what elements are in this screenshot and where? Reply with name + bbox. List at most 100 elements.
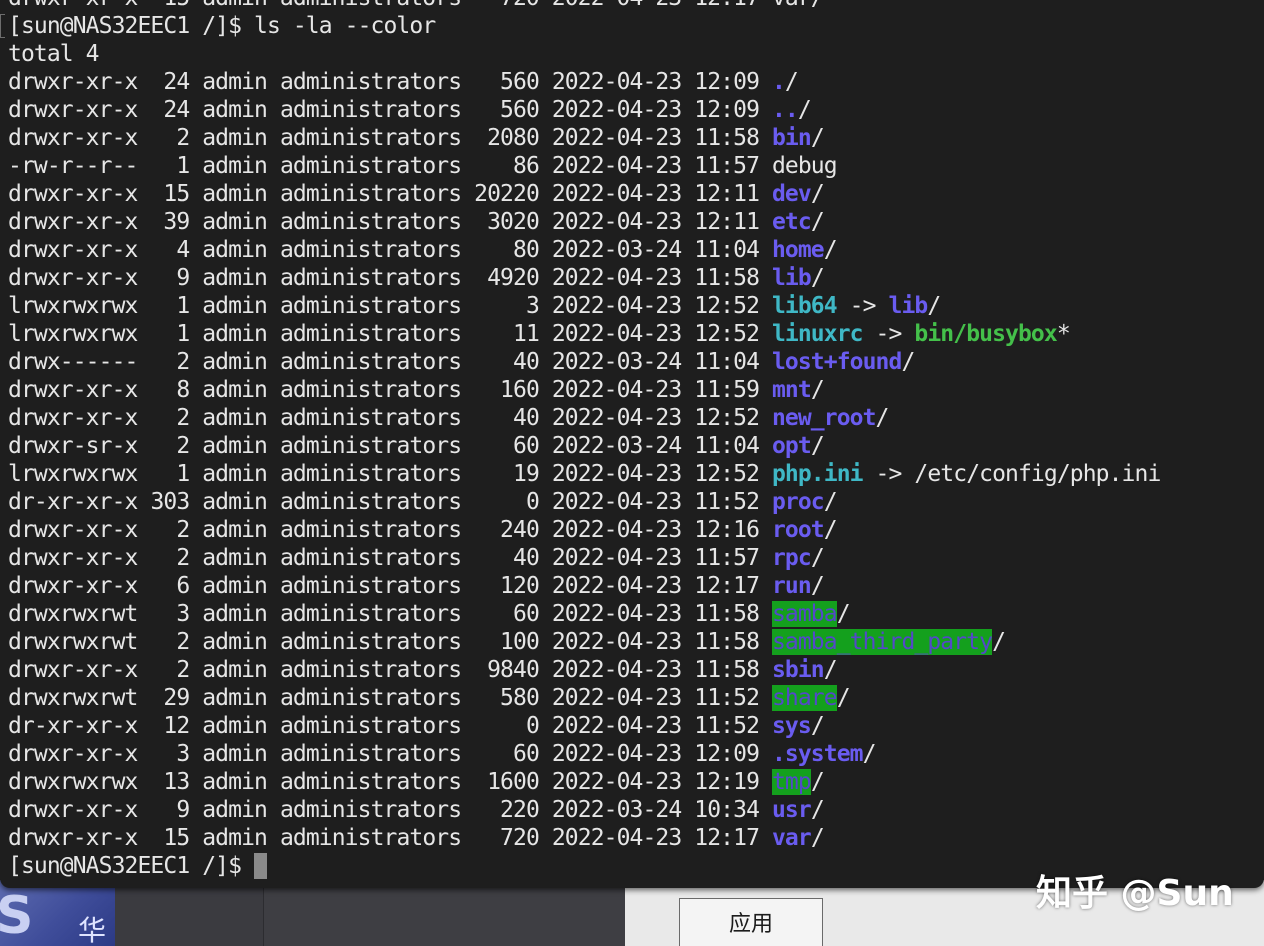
entry-date: 2022-04-23 12:09: [551, 69, 760, 95]
entry-owner: admin: [202, 321, 268, 347]
entry-size: 1600: [474, 769, 540, 795]
entry-owner: admin: [202, 601, 268, 627]
entry-date: 2022-04-23 12:11: [551, 209, 760, 235]
entry-links: 24: [150, 69, 190, 95]
entry-size: 220: [474, 797, 540, 823]
listing-row: dr-xr-xr-x 303 admin administrators 0 20…: [8, 488, 1160, 516]
entry-size: 19: [474, 461, 540, 487]
link-target: /etc/config/php.ini: [914, 461, 1161, 487]
entry-permissions: drwxr-xr-x: [8, 545, 138, 571]
entry-size: 0: [474, 713, 540, 739]
entry-date: 2022-04-23 12:52: [551, 293, 760, 319]
terminal-scrolled-line: drwxr-xr-x 15 admin administrators 720 2…: [8, 0, 1160, 12]
listing-row: drwxr-xr-x 39 admin administrators 3020 …: [8, 208, 1160, 236]
entry-owner: admin: [202, 69, 268, 95]
entry-size: 40: [474, 545, 540, 571]
listing-row: lrwxrwxrwx 1 admin administrators 19 202…: [8, 460, 1161, 488]
entry-suffix: /: [810, 265, 825, 291]
entry-date: 2022-04-23 12:11: [551, 181, 760, 207]
listing-row: -rw-r--r-- 1 admin administrators 86 202…: [8, 152, 1160, 180]
entry-permissions: drwxrwxrwt: [8, 629, 138, 655]
entry-group: administrators: [279, 545, 462, 571]
terminal-prompt-line: [sun@NAS32EEC1 /]$: [8, 852, 1160, 880]
entry-links: 2: [150, 629, 190, 655]
entry-permissions: drwxr-xr-x: [8, 741, 138, 767]
entry-owner: admin: [202, 265, 268, 291]
listing-row: dr-xr-xr-x 12 admin administrators 0 202…: [8, 712, 1160, 740]
entry-name: opt: [771, 433, 812, 459]
entry-permissions: drwxr-xr-x: [8, 517, 138, 543]
entry-permissions: drwxr-sr-x: [8, 433, 138, 459]
entry-group: administrators: [279, 153, 462, 179]
entry-links: 1: [150, 153, 190, 179]
entry-name: var: [771, 825, 812, 851]
listing-row: drwxrwxrwt 3 admin administrators 60 202…: [8, 600, 1160, 628]
app-dock-icon-letter: S: [0, 886, 34, 946]
entry-group: administrators: [279, 321, 462, 347]
entry-permissions: drwxrwxrwx: [8, 769, 138, 795]
entry-suffix: /: [797, 97, 812, 123]
entry-size: 60: [474, 433, 540, 459]
entry-links: 12: [150, 713, 190, 739]
entry-date: 2022-04-23 11:59: [551, 377, 760, 403]
screen: S 华 应用 drwxr-xr-x 15 admin administrator…: [0, 0, 1264, 946]
entry-suffix: /: [992, 629, 1006, 655]
listing-row: drwxr-xr-x 24 admin administrators 560 2…: [8, 96, 1160, 124]
entry-links: 15: [150, 181, 190, 207]
terminal-output[interactable]: drwxr-xr-x 15 admin administrators 720 2…: [8, 0, 1161, 880]
listing-row: drwxr-xr-x 2 admin administrators 40 202…: [8, 544, 1160, 572]
entry-permissions: drwxr-xr-x: [8, 265, 138, 291]
entry-permissions: drwxr-xr-x: [8, 69, 138, 95]
terminal-window[interactable]: drwxr-xr-x 15 admin administrators 720 2…: [0, 0, 1264, 888]
listing-row: drwxr-xr-x 2 admin administrators 9840 2…: [8, 656, 1160, 684]
entry-date: 2022-04-23 12:52: [551, 461, 760, 487]
entry-suffix: /: [810, 713, 825, 739]
entry-name: linuxrc: [771, 321, 864, 347]
entry-group: administrators: [279, 69, 462, 95]
entry-suffix: /: [810, 825, 825, 851]
entry-owner: admin: [202, 657, 268, 683]
entry-links: 39: [150, 209, 190, 235]
entry-size: 4920: [474, 265, 540, 291]
link-target: bin/busybox: [914, 321, 1057, 347]
entry-group: administrators: [279, 797, 462, 823]
entry-owner: admin: [202, 433, 268, 459]
entry-owner: admin: [202, 405, 268, 431]
entry-date: 2022-04-23 11:52: [551, 489, 760, 515]
entry-permissions: drwxr-xr-x: [8, 181, 138, 207]
entry-links: 9: [150, 797, 190, 823]
listing-total-text: total 4: [8, 41, 100, 67]
entry-links: 8: [150, 377, 190, 403]
entry-name: sbin: [771, 657, 825, 683]
scrolled-line-text: drwxr-xr-x 15 admin administrators 720 2…: [8, 0, 825, 11]
entry-name: run: [771, 573, 812, 599]
listing-row: drwxr-xr-x 2 admin administrators 240 20…: [8, 516, 1160, 544]
entry-name: rpc: [771, 545, 812, 571]
entry-suffix: /: [823, 517, 838, 543]
entry-size: 11: [474, 321, 540, 347]
entry-size: 40: [474, 349, 540, 375]
entry-name: dev: [771, 181, 812, 207]
apply-button[interactable]: 应用: [679, 898, 823, 946]
entry-group: administrators: [279, 377, 462, 403]
entry-name: lib64: [771, 293, 838, 319]
entry-date: 2022-04-23 12:52: [551, 321, 760, 347]
entry-group: administrators: [279, 433, 462, 459]
entry-links: 4: [150, 237, 190, 263]
entry-name: debug: [771, 153, 838, 179]
entry-permissions: drwxr-xr-x: [8, 825, 138, 851]
entry-group: administrators: [279, 741, 462, 767]
entry-links: 9: [150, 265, 190, 291]
app-dock-icon[interactable]: S 华: [0, 880, 115, 946]
shell-command: ls -la --color: [254, 13, 436, 39]
entry-owner: admin: [202, 769, 268, 795]
entry-owner: admin: [202, 545, 268, 571]
listing-row: drwx------ 2 admin administrators 40 202…: [8, 348, 1160, 376]
entry-date: 2022-04-23 11:52: [551, 685, 760, 711]
entry-permissions: lrwxrwxrwx: [8, 461, 138, 487]
entry-size: 580: [474, 685, 540, 711]
entry-date: 2022-04-23 12:17: [551, 825, 760, 851]
entry-permissions: drwxr-xr-x: [8, 797, 138, 823]
entry-suffix: /: [836, 601, 851, 627]
entry-owner: admin: [202, 349, 268, 375]
